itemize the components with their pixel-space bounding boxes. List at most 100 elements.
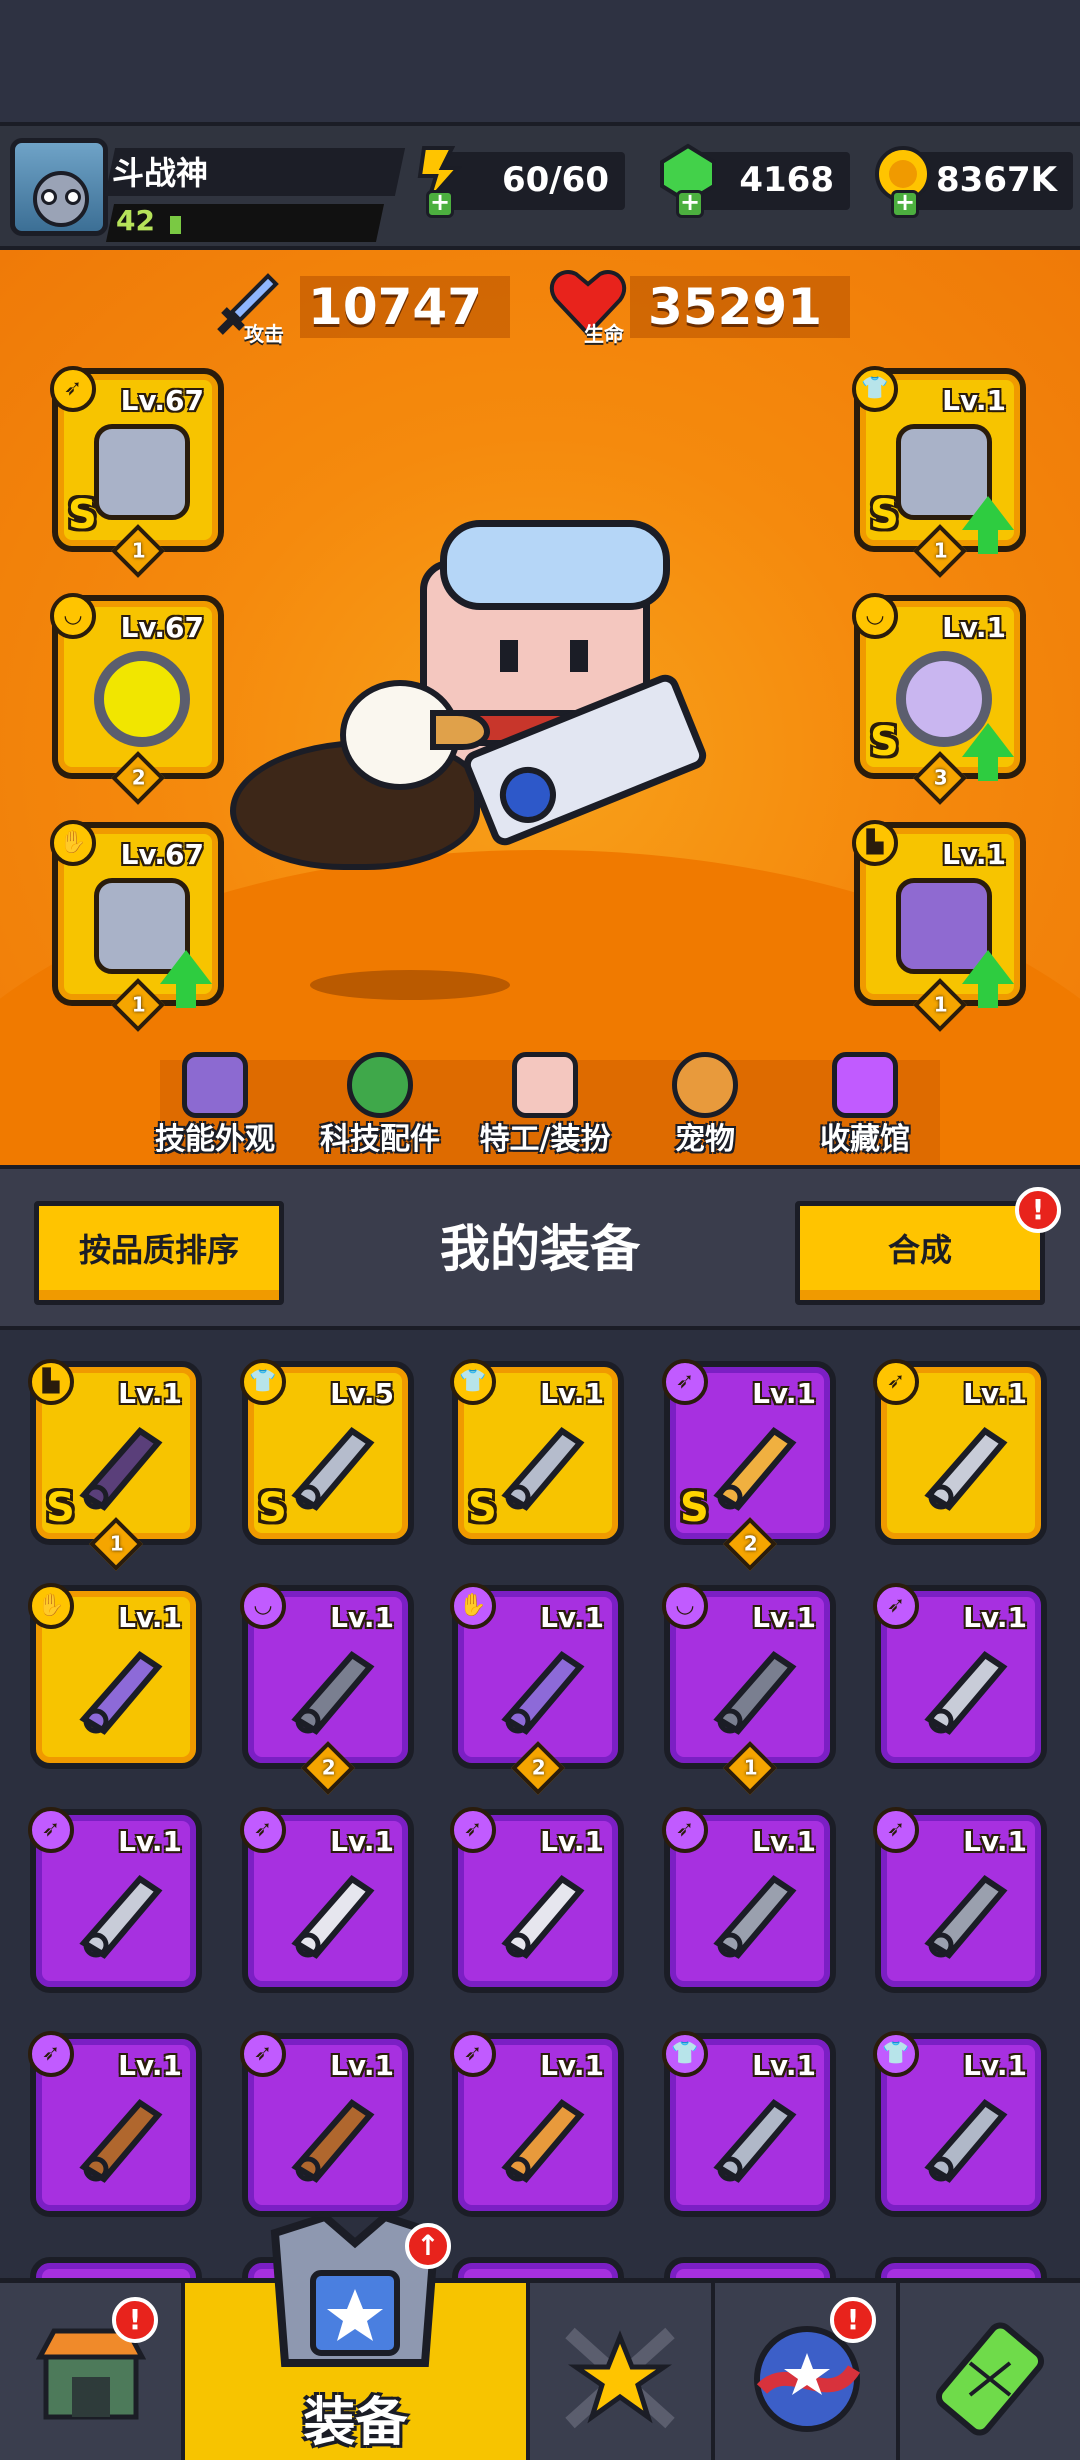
energy-add-button[interactable]: + xyxy=(426,190,454,218)
tab-equipment[interactable]: ↑ 装备 xyxy=(185,2213,530,2460)
item-level: Lv.1 xyxy=(330,1825,394,1858)
tab-battle[interactable] xyxy=(530,2283,715,2460)
item-level: Lv.1 xyxy=(540,1825,604,1858)
inventory-grid: ▙ Lv.1 S 1 👕 Lv.5 S 👕 Lv.1 S ➶ Lv.1 S 2 ➶ Lv.1 ✋ Lv.1 ◡ Lv.… xyxy=(0,1333,1080,2278)
slot-level: Lv.1 xyxy=(942,384,1006,417)
inventory-item[interactable]: ➶ Lv.1 xyxy=(873,1359,1047,1545)
energy-counter[interactable]: + 60/60 xyxy=(417,146,625,218)
rank-badge: S xyxy=(68,492,97,538)
star-badge: 3 xyxy=(913,751,967,805)
upgrade-arrow-icon xyxy=(962,496,1014,554)
upgrade-arrow-icon xyxy=(962,950,1014,1008)
merge-button[interactable]: 合成 xyxy=(795,1201,1045,1305)
inventory-toolbar: 按品质排序 我的装备 合成 ! xyxy=(0,1165,1080,1330)
inventory-item[interactable]: ◡ Lv.1 2 xyxy=(240,1583,414,1795)
nav-agent-outfit[interactable]: 特工/装扮 xyxy=(460,1050,630,1160)
tab-gene[interactable] xyxy=(900,2283,1080,2460)
inventory-item[interactable]: ▙ Lv.1 S 1 xyxy=(28,1359,202,1571)
pet-eagle[interactable] xyxy=(230,680,500,880)
boot-icon xyxy=(70,1415,174,1515)
inventory-item[interactable]: ✋ Lv.1 2 xyxy=(450,1583,624,1795)
dagger-icon: ➶ xyxy=(50,366,96,412)
inventory-item[interactable]: ➶ Lv.1 xyxy=(28,1807,202,1993)
inventory-item[interactable]: ➶ Lv.1 xyxy=(240,1807,414,1993)
necklace-icon xyxy=(282,1639,386,1739)
dagger-icon xyxy=(915,1639,1019,1739)
nav-tech-parts[interactable]: 科技配件 xyxy=(295,1050,465,1160)
equip-slot-armor[interactable]: 👕 Lv.1 S 1 xyxy=(852,366,1026,578)
star-badge: 1 xyxy=(723,1741,777,1795)
star-badge: 2 xyxy=(111,751,165,805)
inventory-item[interactable]: ➶ Lv.1 S 2 xyxy=(662,1359,836,1571)
nav-collection[interactable]: 收藏馆 xyxy=(780,1050,950,1160)
inventory-item-partial[interactable] xyxy=(875,2257,1047,2278)
item-level: Lv.1 xyxy=(330,1601,394,1634)
armor-category-icon: 👕 xyxy=(662,2031,708,2077)
chest-icon xyxy=(832,1052,898,1118)
equip-slot-weapon[interactable]: ➶ Lv.67 S 1 xyxy=(50,366,224,578)
machete-category-icon: ➶ xyxy=(240,1807,286,1853)
equip-upgrade-badge: ↑ xyxy=(405,2223,451,2269)
item-level: Lv.1 xyxy=(752,1825,816,1858)
nav-label: 技能外观 xyxy=(155,1122,275,1157)
item-level: Lv.1 xyxy=(752,1601,816,1634)
gem-counter[interactable]: + 4168 xyxy=(660,143,850,218)
item-level: Lv.1 xyxy=(540,2049,604,2082)
item-level: Lv.1 xyxy=(118,2049,182,2082)
inventory-item-partial[interactable] xyxy=(30,2257,202,2278)
tab-equipment-label: 装备 xyxy=(303,2393,408,2453)
tab-pass[interactable]: ! xyxy=(715,2283,900,2460)
inventory-item[interactable]: ◡ Lv.1 1 xyxy=(662,1583,836,1795)
nav-pet[interactable]: 宠物 xyxy=(620,1050,790,1160)
upgrade-arrow-icon xyxy=(962,723,1014,781)
star-badge: 2 xyxy=(723,1517,777,1571)
nav-skill-skin[interactable]: 技能外观 xyxy=(130,1050,300,1160)
inventory-item[interactable]: ➶ Lv.1 xyxy=(662,1807,836,1993)
inventory-item[interactable]: 👕 Lv.5 S xyxy=(240,1359,414,1545)
inventory-item[interactable]: 👕 Lv.1 S xyxy=(450,1359,624,1545)
shirt-icon xyxy=(492,1415,596,1515)
player-avatar[interactable] xyxy=(10,138,108,236)
inventory-item[interactable]: ➶ Lv.1 xyxy=(450,1807,624,1993)
bottom-tab-bar: ! ↑ 装备 ! xyxy=(0,2213,1080,2460)
necklace-art xyxy=(94,651,190,747)
inventory-item[interactable]: ➶ Lv.1 xyxy=(240,2031,414,2217)
item-level: Lv.1 xyxy=(963,1825,1027,1858)
inventory-item[interactable]: ➶ Lv.1 xyxy=(450,2031,624,2217)
inventory-item[interactable]: ✋ Lv.1 xyxy=(28,1583,202,1769)
gem-add-button[interactable]: + xyxy=(676,190,704,218)
armor-icon xyxy=(915,2087,1019,2187)
inventory-item[interactable]: 👕 Lv.1 xyxy=(873,2031,1047,2217)
equip-slot-necklace[interactable]: ◡ Lv.67 2 xyxy=(50,593,224,805)
inventory-item[interactable]: ➶ Lv.1 xyxy=(873,1583,1047,1769)
inventory-item[interactable]: ➶ Lv.1 xyxy=(873,1807,1047,1993)
machete-category-icon: ➶ xyxy=(450,1807,496,1853)
equip-slot-glove[interactable]: ✋ Lv.67 1 xyxy=(50,820,224,1032)
inventory-item-partial[interactable] xyxy=(452,2257,624,2278)
boot-icon: ▙ xyxy=(852,820,898,866)
shirt-icon: 👕 xyxy=(852,366,898,412)
attack-label: 攻击 xyxy=(244,322,284,346)
tab-shop[interactable]: ! xyxy=(0,2283,185,2460)
inventory-item-partial[interactable] xyxy=(664,2257,836,2278)
slot-level: Lv.67 xyxy=(120,384,204,417)
item-level: Lv.1 xyxy=(540,1377,604,1410)
inventory-item[interactable]: ➶ Lv.1 xyxy=(28,2031,202,2217)
status-bar-area xyxy=(0,0,1080,125)
item-level: Lv.1 xyxy=(963,2049,1027,2082)
equip-slot-belt[interactable]: ◡ Lv.1 S 3 xyxy=(852,593,1026,805)
rank-badge: S xyxy=(468,1485,497,1531)
character-eye xyxy=(500,640,518,672)
coin-counter[interactable]: + 8367K xyxy=(875,146,1073,218)
hp-value: 35291 xyxy=(648,278,822,336)
xp-bar-fill xyxy=(170,216,181,234)
shotgun-icon xyxy=(70,2087,174,2187)
agent-head-icon xyxy=(512,1052,578,1118)
shotgun-category-icon: ➶ xyxy=(28,2031,74,2077)
rank-badge: S xyxy=(258,1485,287,1531)
inventory-item[interactable]: 👕 Lv.1 xyxy=(662,2031,836,2217)
equip-slot-boots[interactable]: ▙ Lv.1 1 xyxy=(852,820,1026,1032)
item-level: Lv.1 xyxy=(118,1825,182,1858)
pistol-category-icon: ➶ xyxy=(662,1807,708,1853)
coin-add-button[interactable]: + xyxy=(891,190,919,218)
